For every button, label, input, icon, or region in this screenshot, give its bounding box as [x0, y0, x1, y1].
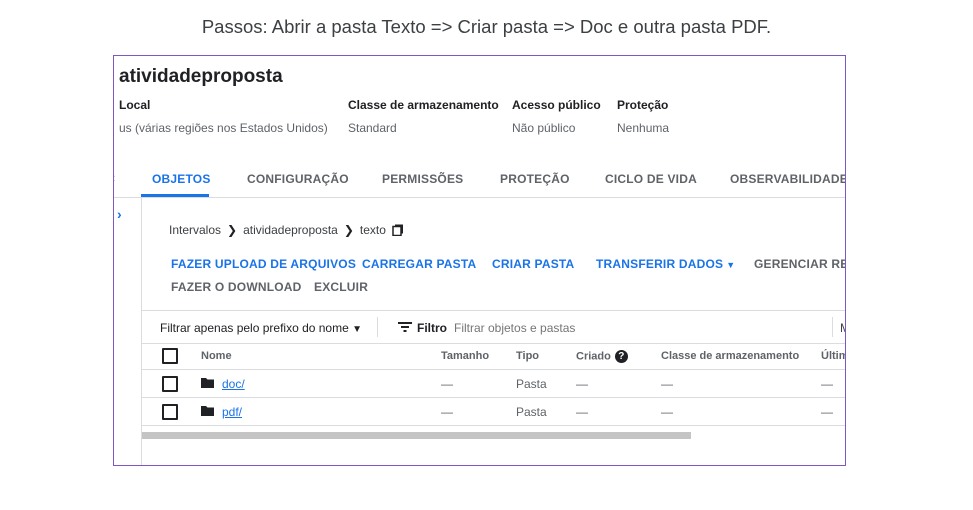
location-value: us (várias regiões nos Estados Unidos) — [119, 121, 328, 135]
col-name[interactable]: Nome — [201, 350, 232, 362]
col-type[interactable]: Tipo — [516, 350, 539, 362]
side-rail: › — [114, 198, 142, 465]
col-size[interactable]: Tamanho — [441, 350, 489, 362]
bucket-title: atividadeproposta — [119, 66, 283, 87]
tab-observability[interactable]: OBSERVABILIDADE — [730, 172, 845, 186]
table-header-row: Nome Tamanho Tipo Criado? Classe de arma… — [142, 342, 845, 370]
public-access-label: Acesso público — [512, 98, 601, 112]
tab-permissions[interactable]: PERMISSÕES — [382, 172, 463, 186]
storage-class-label: Classe de armazenamento — [348, 98, 499, 112]
upload-folder-button[interactable]: CARREGAR PASTA — [362, 257, 476, 271]
col-created-label: Criado — [576, 350, 611, 363]
upload-files-button[interactable]: FAZER UPLOAD DE ARQUIVOS — [171, 257, 356, 271]
copy-icon[interactable] — [392, 224, 404, 236]
folder-link-pdf[interactable]: pdf/ — [222, 405, 242, 419]
breadcrumb-current: texto — [359, 222, 386, 237]
cell-type: Pasta — [516, 405, 547, 419]
create-folder-button[interactable]: CRIAR PASTA — [492, 257, 574, 271]
download-button[interactable]: FAZER O DOWNLOAD — [171, 280, 302, 294]
cell-last: — — [821, 405, 833, 419]
cell-created: — — [576, 405, 588, 419]
caret-down-icon: ▼ — [726, 260, 736, 270]
table-row: doc/ — Pasta — — — — [142, 370, 845, 398]
row-checkbox[interactable] — [162, 404, 178, 420]
row-checkbox[interactable] — [162, 376, 178, 392]
instruction-caption: Passos: Abrir a pasta Texto => Criar pas… — [201, 16, 772, 37]
objects-table: Nome Tamanho Tipo Criado? Classe de arma… — [142, 342, 845, 426]
protection-value: Nenhuma — [617, 121, 670, 135]
filter-right-control[interactable]: M — [840, 321, 845, 335]
console-panel: atividadeproposta Local Classe de armaze… — [113, 55, 846, 466]
cell-type: Pasta — [516, 377, 547, 391]
protection-label: Proteção — [617, 98, 669, 112]
table-row: pdf/ — Pasta — — — — [142, 398, 845, 426]
divider — [377, 317, 378, 337]
cell-last: — — [821, 377, 833, 391]
folder-icon — [201, 378, 214, 388]
filter-icon — [398, 322, 412, 332]
transfer-data-button[interactable]: TRANSFERIR DADOS ▼ — [596, 257, 735, 271]
transfer-data-label: TRANSFERIR DADOS — [596, 257, 724, 271]
filter-bar: Filtrar apenas pelo prefixo do nome ▼ Fi… — [142, 310, 845, 344]
prefix-filter-label: Filtrar apenas pelo prefixo do nome — [160, 321, 349, 335]
tab-lifecycle[interactable]: CICLO DE VIDA — [605, 172, 697, 186]
cell-created: — — [576, 377, 588, 391]
prefix-filter-dropdown[interactable]: Filtrar apenas pelo prefixo do nome ▼ — [160, 321, 362, 335]
chevron-right-icon[interactable]: › — [117, 206, 122, 222]
horizontal-scrollbar[interactable] — [142, 432, 691, 439]
col-created[interactable]: Criado? — [576, 350, 628, 363]
storage-class-value: Standard — [348, 121, 397, 135]
filter-input[interactable] — [454, 321, 754, 335]
cell-storage-class: — — [661, 405, 673, 419]
breadcrumb-intervals[interactable]: Intervalos — [169, 223, 221, 237]
delete-button[interactable]: EXCLUIR — [314, 280, 368, 294]
manage-retention-button[interactable]: GERENCIAR RETE — [754, 257, 845, 271]
tab-configuration[interactable]: CONFIGURAÇÃO — [247, 172, 349, 186]
chevron-left-icon[interactable]: ‹ — [114, 170, 115, 185]
folder-link-doc[interactable]: doc/ — [222, 377, 245, 391]
col-last[interactable]: Últim — [821, 350, 845, 362]
breadcrumb-separator-icon: ❯ — [227, 222, 238, 237]
folder-icon — [201, 406, 214, 416]
tab-bar: ‹ OBJETOS CONFIGURAÇÃO PERMISSÕES PROTEÇ… — [114, 163, 845, 198]
col-storage-class[interactable]: Classe de armazenamento — [661, 350, 799, 362]
public-access-value: Não público — [512, 121, 576, 135]
tab-objects[interactable]: OBJETOS — [152, 172, 211, 186]
breadcrumb-separator-icon: ❯ — [343, 222, 354, 237]
tab-protection[interactable]: PROTEÇÃO — [500, 172, 570, 186]
breadcrumb: Intervalos ❯ atividadeproposta ❯ texto — [169, 222, 404, 237]
caret-down-icon: ▼ — [352, 324, 363, 335]
divider — [832, 317, 833, 337]
filter-label: Filtro — [417, 321, 447, 335]
cell-storage-class: — — [661, 377, 673, 391]
help-icon[interactable]: ? — [614, 350, 628, 363]
active-tab-indicator — [141, 194, 209, 197]
cell-size: — — [441, 405, 453, 419]
breadcrumb-bucket[interactable]: atividadeproposta — [243, 223, 338, 237]
location-label: Local — [119, 98, 151, 112]
cell-size: — — [441, 377, 453, 391]
select-all-checkbox[interactable] — [162, 348, 178, 364]
